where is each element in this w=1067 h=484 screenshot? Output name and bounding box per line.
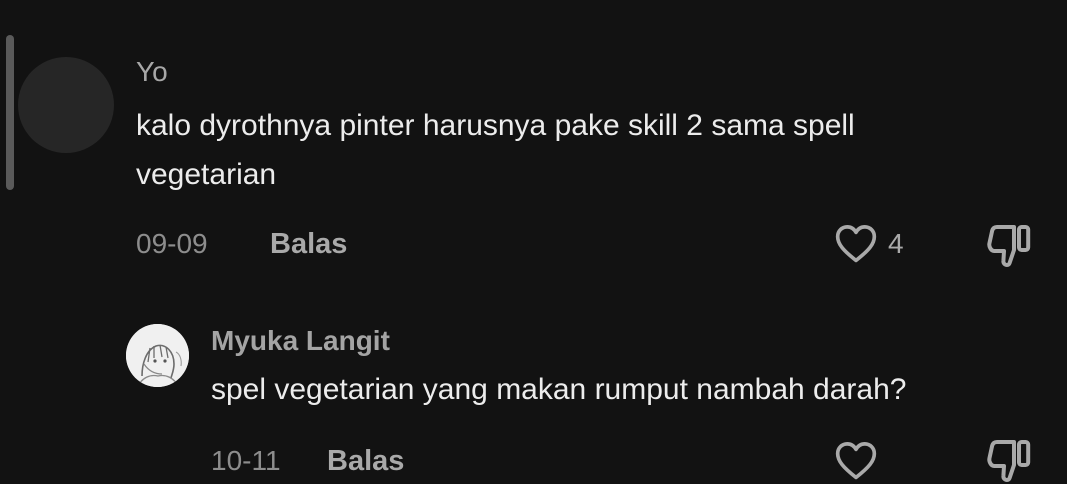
thumbs-down-icon	[985, 221, 1033, 269]
dislike-button[interactable]	[985, 221, 1033, 269]
like-count: 4	[888, 228, 904, 259]
reply-date: 10-11	[211, 445, 281, 476]
comment-text-line: kalo dyrothnya pinter harusnya pake skil…	[136, 109, 855, 142]
avatar[interactable]	[126, 324, 189, 387]
like-button[interactable]	[834, 222, 878, 264]
avatar[interactable]	[18, 57, 114, 153]
heart-outline-icon	[834, 439, 878, 481]
scrollbar[interactable]	[6, 35, 14, 190]
like-button[interactable]	[834, 439, 878, 481]
dislike-button[interactable]	[985, 436, 1033, 484]
comment-date: 09-09	[136, 228, 208, 259]
comment-username[interactable]: Yo	[136, 56, 168, 88]
thumbs-down-icon	[985, 436, 1033, 484]
reply-username[interactable]: Myuka Langit	[211, 325, 390, 357]
reply-button[interactable]: Balas	[270, 228, 347, 260]
heart-outline-icon	[834, 222, 878, 264]
comment-text-line: vegetarian	[136, 158, 277, 191]
reply-text: spel vegetarian yang makan rumput nambah…	[211, 373, 907, 406]
reply-button[interactable]: Balas	[327, 445, 404, 477]
anime-character-icon	[126, 324, 189, 387]
